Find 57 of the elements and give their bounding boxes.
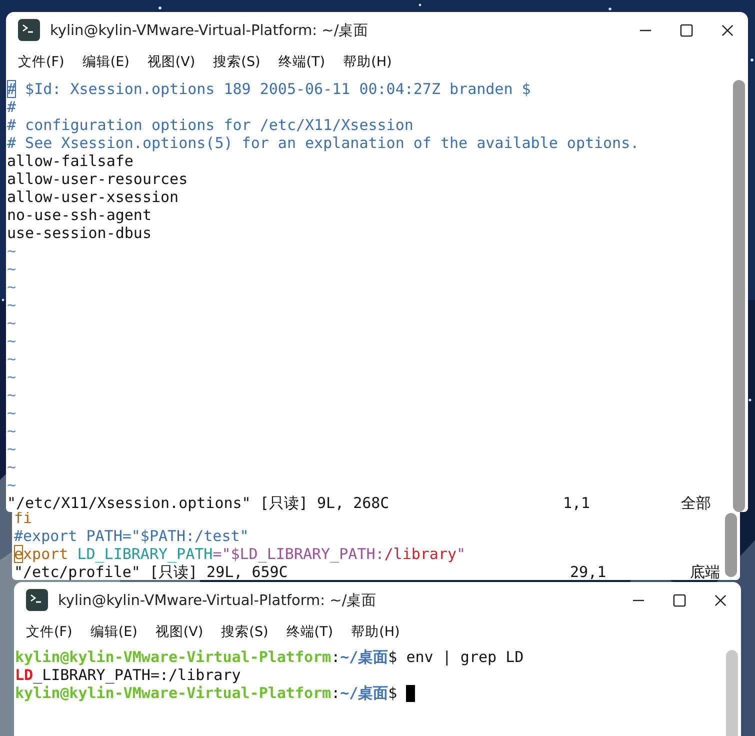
window-title: kylin@kylin-VMware-Virtual-Platform: ~/桌面 xyxy=(58,592,377,610)
code-line: # configuration options for /etc/X11/Xsession xyxy=(7,116,414,134)
menu-item[interactable]: 编辑(E) xyxy=(82,618,146,646)
scroll-position: 底端 xyxy=(690,563,720,581)
scrollbar[interactable] xyxy=(725,513,737,577)
terminal-icon xyxy=(26,589,48,611)
code-line: allow-failsafe xyxy=(7,152,134,170)
tilde-marker: ~ xyxy=(7,350,16,368)
tilde-marker: ~ xyxy=(7,422,16,440)
status-text: "/etc/profile" [只读] 29L, 659C xyxy=(14,563,289,581)
terminal-line: kylin@kylin-VMware-Virtual-Platform:~/桌面$ env | grep LD xyxy=(15,648,524,666)
terminal-line: LD_LIBRARY_PATH=:/library xyxy=(15,666,241,684)
menu-item[interactable]: 终端(T) xyxy=(278,618,342,646)
menu-item[interactable]: 帮助(H) xyxy=(343,618,408,646)
tilde-marker: ~ xyxy=(7,458,16,476)
code-line: use-session-dbus xyxy=(7,224,152,242)
code-line: no-use-ssh-agent xyxy=(7,206,152,224)
code-line: # xyxy=(7,98,16,116)
menu-item[interactable]: 编辑(E) xyxy=(74,48,138,76)
menu-item[interactable]: 搜索(S) xyxy=(205,48,268,76)
menu-item[interactable]: 视图(V) xyxy=(147,618,212,646)
cursor-position: 1,1 xyxy=(563,494,592,512)
code-line: allow-user-xsession xyxy=(7,188,179,206)
tilde-marker: ~ xyxy=(7,260,16,278)
tilde-marker: ~ xyxy=(7,278,16,296)
code-line: allow-user-resources xyxy=(7,170,188,188)
tilde-marker: ~ xyxy=(7,314,16,332)
scrollbar[interactable] xyxy=(733,80,745,512)
tilde-marker: ~ xyxy=(7,296,16,314)
scroll-position: 全部 xyxy=(681,494,711,512)
window-title: kylin@kylin-VMware-Virtual-Platform: ~/桌面 xyxy=(50,22,369,40)
cursor-position: 29,1 xyxy=(570,563,608,581)
status-text: "/etc/X11/Xsession.options" [只读] 9L, 268C xyxy=(7,494,390,512)
tilde-marker: ~ xyxy=(7,242,16,260)
tilde-marker: ~ xyxy=(7,440,16,458)
menu-item[interactable]: 帮助(H) xyxy=(335,48,400,76)
maximize-icon[interactable] xyxy=(673,594,686,606)
menu-item[interactable]: 文件(F) xyxy=(10,48,72,76)
code-line: # See Xsession.options(5) for an explanation of the available options. xyxy=(7,134,640,152)
terminal-line: kylin@kylin-VMware-Virtual-Platform:~/桌面$ xyxy=(15,684,398,702)
close-icon[interactable] xyxy=(721,24,734,36)
tilde-marker: ~ xyxy=(7,368,16,386)
maximize-icon[interactable] xyxy=(680,24,693,36)
terminal-icon xyxy=(18,19,40,41)
code-line: export LD_LIBRARY_PATH="$LD_LIBRARY_PATH:/library" xyxy=(14,545,466,563)
menu-item[interactable]: 终端(T) xyxy=(270,48,334,76)
tilde-marker: ~ xyxy=(7,332,16,350)
menu-item[interactable]: 搜索(S) xyxy=(213,618,276,646)
close-icon[interactable] xyxy=(714,594,727,606)
menu-item[interactable]: 视图(V) xyxy=(139,48,204,76)
tilde-marker: ~ xyxy=(7,404,16,422)
code-line: fi xyxy=(14,509,32,527)
scrollbar[interactable] xyxy=(726,650,738,736)
code-line: #export PATH="$PATH:/test" xyxy=(14,527,249,545)
menu-item[interactable]: 文件(F) xyxy=(18,618,80,646)
tilde-marker: ~ xyxy=(7,386,16,404)
tilde-marker: ~ xyxy=(7,476,16,494)
